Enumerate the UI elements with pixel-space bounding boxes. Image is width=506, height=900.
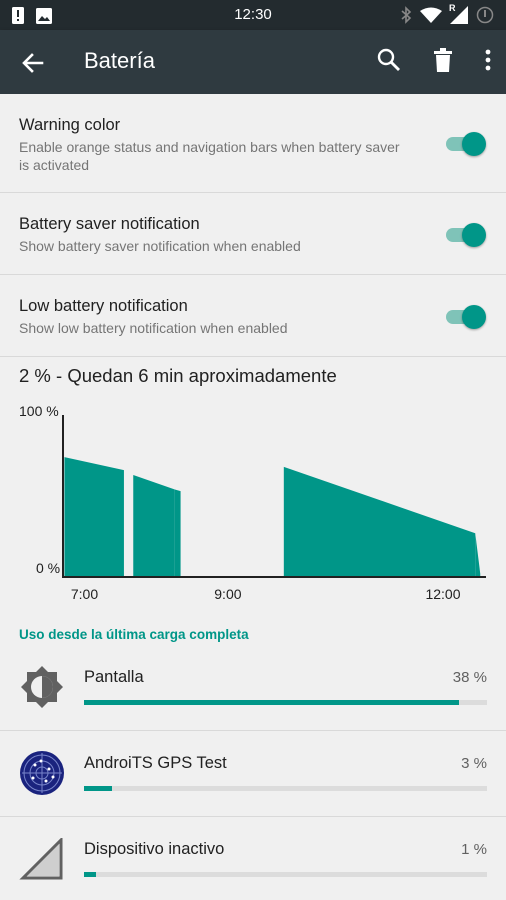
- low-battery-notification-toggle[interactable]: [444, 303, 486, 329]
- battery-saver-notification-toggle[interactable]: [444, 221, 486, 247]
- status-bar: 12:30 R: [0, 0, 506, 30]
- setting-row-warning-color[interactable]: Warning color Enable orange status and n…: [0, 94, 506, 193]
- battery-level-segment-4: [475, 533, 481, 577]
- battery-level-segment-3: [283, 466, 476, 577]
- usage-bar-fill: [84, 872, 97, 877]
- x-tick-label: 12:00: [425, 586, 460, 602]
- battery-summary: 2 % - Quedan 6 min aproximadamente: [19, 365, 337, 386]
- chart-series: [64, 457, 481, 577]
- more-icon[interactable]: [484, 47, 492, 73]
- cell-signal-icon: [19, 838, 63, 880]
- battery-history-chart: 100 % 0 % 7:00 9:00 12:00: [19, 403, 486, 602]
- delete-icon[interactable]: [432, 47, 454, 73]
- usage-bar: [84, 786, 487, 791]
- back-arrow-icon[interactable]: [18, 48, 48, 78]
- battery-alert-icon: [476, 6, 494, 24]
- x-tick-label: 7:00: [71, 586, 98, 602]
- usage-bar: [84, 872, 487, 877]
- x-tick-labels: 7:00 9:00 12:00: [71, 586, 461, 602]
- brightness-icon: [21, 666, 63, 708]
- usage-bar: [84, 700, 487, 705]
- search-icon[interactable]: [376, 47, 402, 73]
- bluetooth-icon: [401, 6, 412, 24]
- usage-bar-fill: [84, 786, 113, 791]
- battery-level-segment-1: [133, 474, 175, 577]
- setting-summary: Show low battery notification when enabl…: [19, 320, 288, 336]
- wifi-icon: [420, 7, 442, 23]
- warning-color-toggle[interactable]: [444, 130, 486, 156]
- setting-title: Low battery notification: [19, 297, 188, 315]
- gps-app-icon: [20, 751, 64, 795]
- usage-row-pantalla[interactable]: Pantalla 38 %: [0, 645, 506, 729]
- setting-row-low-battery-notification[interactable]: Low battery notification Show low batter…: [0, 275, 506, 357]
- app-name: Dispositivo inactivo: [84, 840, 225, 858]
- setting-row-battery-saver-notification[interactable]: Battery saver notification Show battery …: [0, 193, 506, 275]
- y-min-label: 0 %: [36, 560, 60, 576]
- usage-section-header: Uso desde la última carga completa: [19, 627, 249, 642]
- y-max-label: 100 %: [19, 403, 59, 419]
- app-percent: 3 %: [461, 755, 487, 772]
- roaming-label: R: [449, 3, 456, 13]
- setting-title: Warning color: [19, 116, 121, 134]
- app-bar: Batería: [0, 30, 506, 94]
- app-percent: 38 %: [452, 669, 487, 686]
- battery-level-segment-0: [64, 457, 124, 577]
- app-name: AndroiTS GPS Test: [84, 754, 227, 772]
- setting-title: Battery saver notification: [19, 215, 200, 233]
- x-tick-label: 9:00: [214, 586, 241, 602]
- app-percent: 1 %: [461, 841, 487, 858]
- usage-row-androits-gps-test[interactable]: AndroiTS GPS Test 3 %: [0, 731, 506, 815]
- setting-summary: Enable orange status and navigation bars…: [19, 139, 400, 173]
- usage-bar-fill: [84, 700, 459, 705]
- battery-level-segment-2: [174, 489, 181, 577]
- page-title: Batería: [84, 48, 155, 73]
- setting-summary: Show battery saver notification when ena…: [19, 238, 301, 254]
- usage-row-dispositivo-inactivo[interactable]: Dispositivo inactivo 1 %: [0, 817, 506, 900]
- app-name: Pantalla: [84, 668, 144, 686]
